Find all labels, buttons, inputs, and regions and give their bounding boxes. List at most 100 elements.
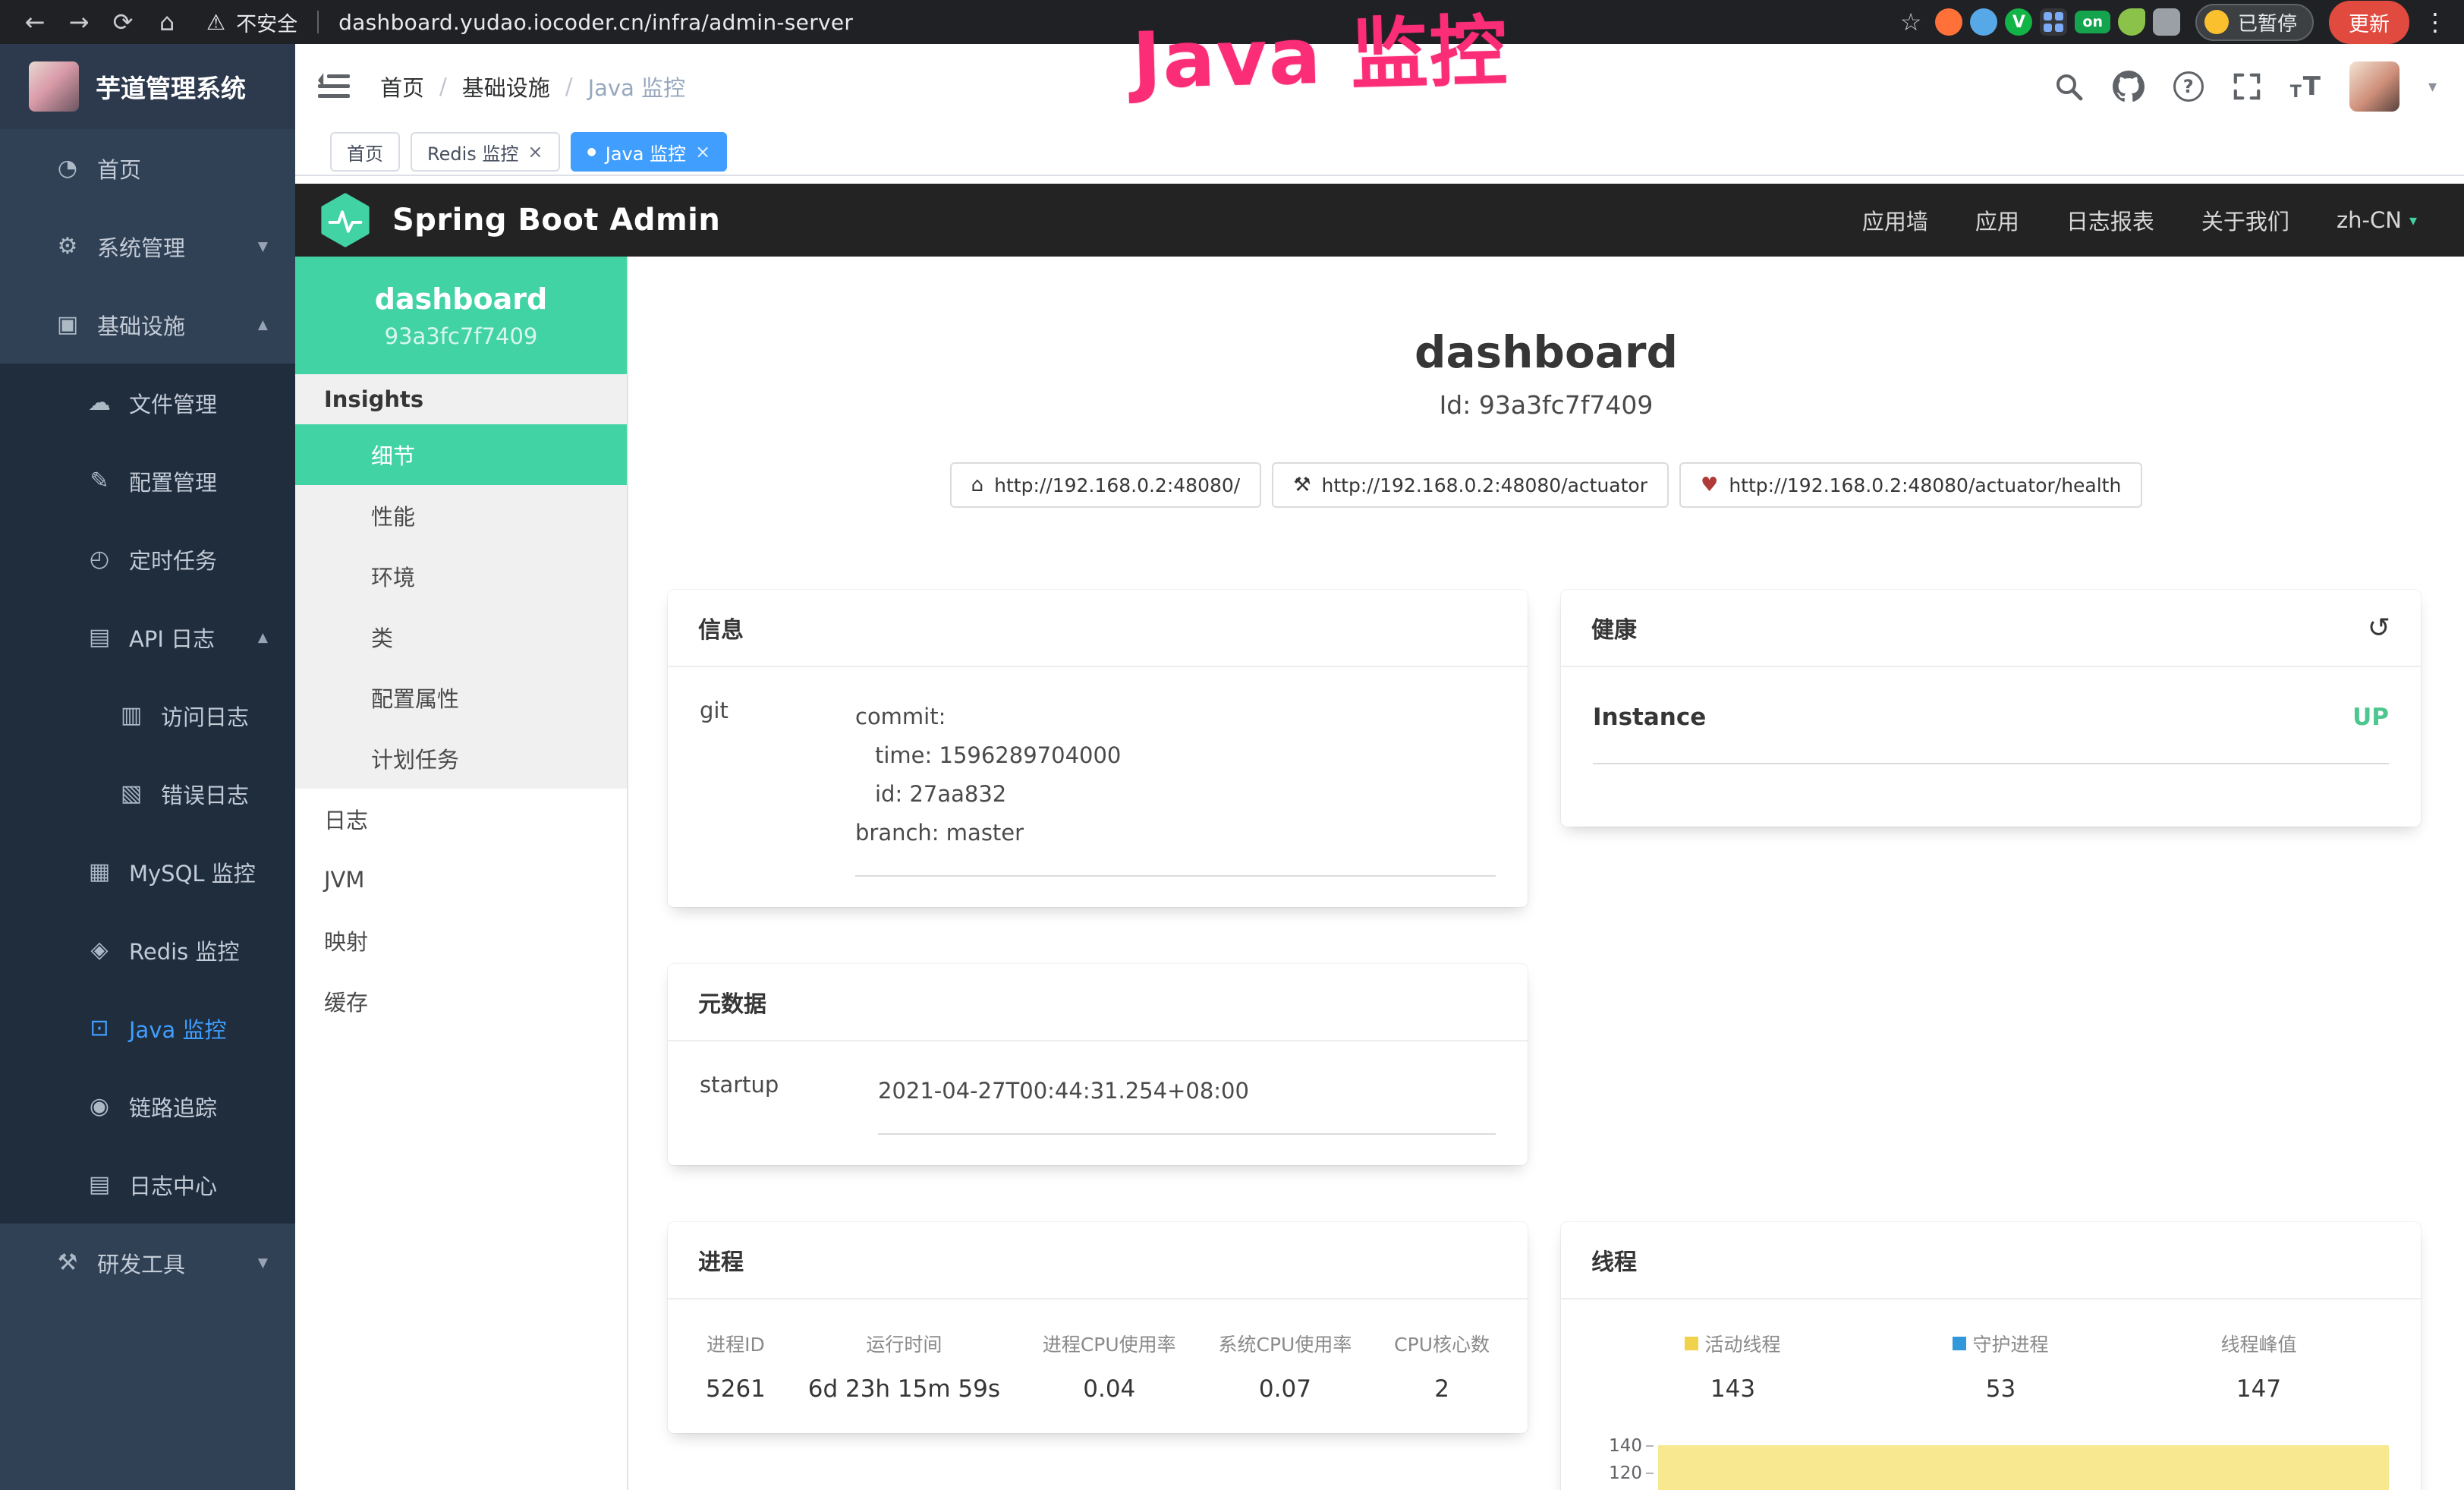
bookmark-star-icon[interactable]: ☆ [1900, 8, 1922, 36]
extension-v-icon[interactable]: V [2005, 8, 2032, 36]
edit-icon: ✎ [82, 468, 117, 494]
health-url: http://192.168.0.2:48080/actuator/health [1729, 474, 2121, 496]
sba-item-details[interactable]: 细节 [295, 424, 627, 485]
actuator-url-button[interactable]: ⚒ http://192.168.0.2:48080/actuator [1272, 462, 1669, 508]
avatar-caret-icon[interactable]: ▾ [2428, 77, 2437, 96]
instance-name: dashboard [375, 282, 547, 316]
breadcrumb-home[interactable]: 首页 [380, 71, 424, 102]
spring-boot-admin-logo [318, 193, 373, 247]
fullscreen-icon[interactable] [2233, 72, 2261, 101]
sba-instance-header[interactable]: dashboard 93a3fc7f7409 [295, 257, 627, 374]
page-title: dashboard [628, 326, 2464, 378]
security-warning-icon: ⚠ [206, 10, 225, 35]
legend-daemon-threads [1953, 1337, 1966, 1350]
sidebar-item-redis-monitor[interactable]: ◈ Redis 监控 [0, 911, 295, 989]
stat-label: 线程峰值 [2220, 1330, 2296, 1357]
wrench-icon: ⚒ [1293, 475, 1311, 495]
extensions-puzzle-icon[interactable] [2153, 8, 2180, 36]
log-icon: ▥ [114, 702, 149, 729]
sba-item-metrics[interactable]: 性能 [295, 485, 627, 546]
sidebar-item-label: 访问日志 [161, 700, 249, 732]
url-text[interactable]: dashboard.yudao.iocoder.cn/infra/admin-s… [338, 10, 853, 35]
extension-on-toggle-icon[interactable]: on [2075, 11, 2110, 33]
extension-grid-icon[interactable] [2040, 8, 2067, 36]
git-time-line: time: 1596289704000 [855, 736, 1496, 775]
info-card: 信息 git commit: time: 1596289704000 id: 2… [668, 590, 1528, 907]
browser-forward-icon[interactable]: → [61, 8, 97, 36]
search-icon[interactable] [2053, 71, 2084, 102]
breadcrumb-infrastructure[interactable]: 基础设施 [462, 71, 550, 102]
sba-item-config-props[interactable]: 配置属性 [295, 667, 627, 728]
divider [317, 11, 319, 33]
sidebar-item-label: 定时任务 [129, 543, 217, 575]
paused-badge[interactable]: 已暂停 [2195, 4, 2314, 41]
extension-leaf-icon[interactable] [2118, 8, 2145, 36]
font-size-icon[interactable]: T T [2290, 71, 2321, 102]
sidebar-item-error-logs[interactable]: ▧ 错误日志 [0, 754, 295, 833]
sidebar-item-config-management[interactable]: ✎ 配置管理 [0, 442, 295, 520]
sidebar-item-infrastructure[interactable]: ▣ 基础设施 ▲ [0, 285, 295, 364]
stat-value: 2 [1394, 1375, 1490, 1403]
tab-redis-monitor[interactable]: Redis 监控 × [411, 132, 560, 172]
sba-nav-about[interactable]: 关于我们 [2201, 204, 2289, 236]
stat-label: CPU核心数 [1394, 1330, 1490, 1357]
browser-reload-icon[interactable]: ⟳ [105, 8, 141, 36]
extension-drop-icon[interactable] [1970, 8, 1997, 36]
sidebar-item-file-management[interactable]: ☁ 文件管理 [0, 364, 295, 442]
health-url-button[interactable]: ♥ http://192.168.0.2:48080/actuator/heal… [1679, 462, 2142, 508]
github-icon[interactable] [2113, 71, 2145, 102]
browser-back-icon[interactable]: ← [17, 8, 53, 36]
help-icon[interactable]: ? [2173, 71, 2204, 102]
info-value: commit: time: 1596289704000 id: 27aa832 … [855, 698, 1496, 877]
sidebar-item-java-monitor[interactable]: ⊡ Java 监控 [0, 989, 295, 1067]
browser-update-button[interactable]: 更新 [2329, 1, 2409, 44]
collapse-menu-icon[interactable] [318, 73, 351, 100]
sba-nav-wallboard[interactable]: 应用墙 [1862, 204, 1928, 236]
tab-java-monitor[interactable]: ● Java 监控 × [571, 132, 728, 172]
health-instance-row[interactable]: Instance UP [1593, 698, 2389, 764]
sidebar-item-tracing[interactable]: ◉ 链路追踪 [0, 1067, 295, 1145]
stat-label: 活动线程 [1704, 1330, 1780, 1357]
close-icon[interactable]: × [695, 141, 710, 162]
close-icon[interactable]: × [527, 141, 543, 162]
sba-item-mappings[interactable]: 映射 [295, 910, 627, 971]
tab-home[interactable]: 首页 [330, 132, 400, 172]
service-url-button[interactable]: ⌂ http://192.168.0.2:48080/ [950, 462, 1262, 508]
browser-menu-icon[interactable]: ⋮ [2423, 8, 2447, 36]
sidebar-item-dev-tools[interactable]: ⚒ 研发工具 ▼ [0, 1224, 295, 1302]
sba-item-logs[interactable]: 日志 [295, 789, 627, 849]
sba-item-scheduled[interactable]: 计划任务 [295, 728, 627, 789]
metadata-card: 元数据 startup 2021-04-27T00:44:31.254+08:0… [668, 964, 1528, 1165]
app-logo[interactable]: 芋道管理系统 [0, 44, 295, 129]
info-key: git [700, 698, 855, 877]
sidebar-item-scheduled-tasks[interactable]: ◴ 定时任务 [0, 520, 295, 598]
sidebar-item-label: 日志中心 [129, 1169, 217, 1201]
history-icon[interactable]: ↺ [2368, 613, 2390, 644]
sidebar-item-access-logs[interactable]: ▥ 访问日志 [0, 676, 295, 754]
git-commit-line: commit: [855, 698, 1496, 736]
sidebar-item-home[interactable]: ◔ 首页 [0, 129, 295, 207]
sba-nav-journal[interactable]: 日志报表 [2066, 204, 2154, 236]
sba-item-classes[interactable]: 类 [295, 606, 627, 667]
sba-item-jvm[interactable]: JVM [295, 849, 627, 910]
locale-selector[interactable]: zh-CN ▾ [2337, 207, 2417, 233]
sidebar-item-api-logs[interactable]: ▤ API 日志 ▲ [0, 598, 295, 676]
sidebar-item-log-center[interactable]: ▤ 日志中心 [0, 1145, 295, 1224]
extension-fox-icon[interactable] [1935, 8, 1962, 36]
health-instance-label: Instance [1593, 704, 1706, 731]
monitor-icon: ⊡ [82, 1015, 117, 1041]
sba-nav-applications[interactable]: 应用 [1975, 204, 2019, 236]
sba-item-caches[interactable]: 缓存 [295, 971, 627, 1032]
sidebar-item-mysql-monitor[interactable]: ▦ MySQL 监控 [0, 833, 295, 911]
sba-item-environment[interactable]: 环境 [295, 546, 627, 606]
browser-home-icon[interactable]: ⌂ [149, 8, 185, 36]
health-card-title: 健康 [1591, 611, 1637, 644]
user-avatar[interactable] [2349, 61, 2399, 112]
address-bar[interactable]: ⚠ 不安全 dashboard.yudao.iocoder.cn/infra/a… [206, 8, 853, 37]
process-stat: 系统CPU使用率 0.07 [1219, 1330, 1352, 1403]
git-id-line: id: 27aa832 [855, 775, 1496, 814]
security-label: 不安全 [236, 8, 297, 37]
sidebar-item-system[interactable]: ⚙ 系统管理 ▼ [0, 207, 295, 285]
tab-bar: 首页 Redis 监控 × ● Java 监控 × [295, 129, 2464, 176]
sba-brand-title[interactable]: Spring Boot Admin [392, 203, 720, 238]
